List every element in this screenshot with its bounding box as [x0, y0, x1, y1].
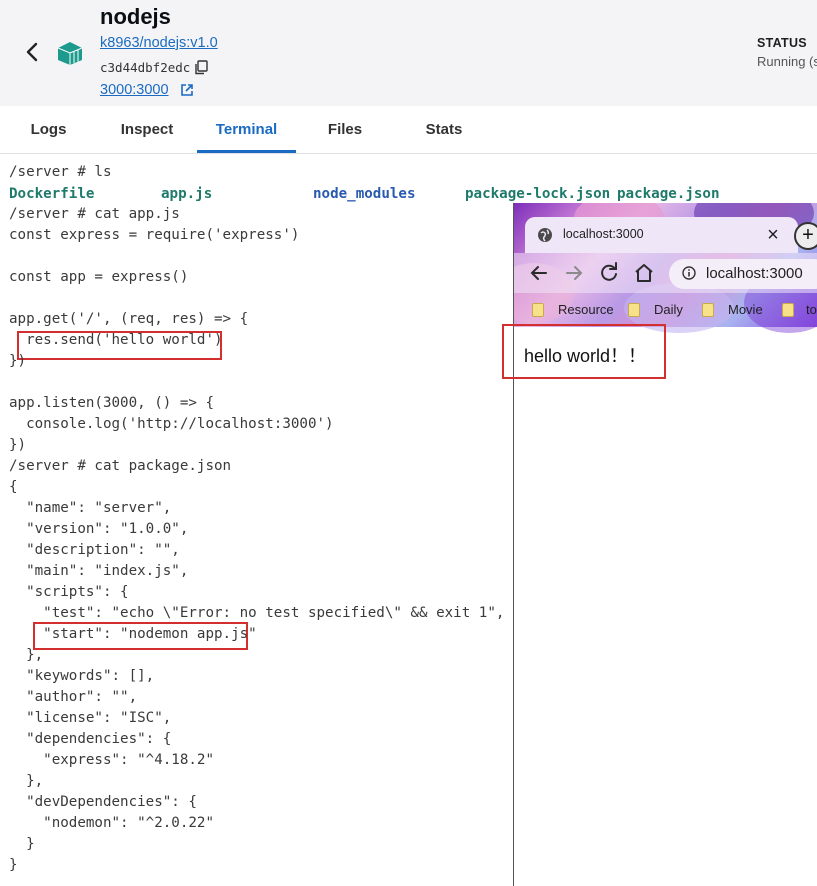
terminal-line: "start": "nodemon app.js" [9, 626, 257, 642]
container-name: nodejs [100, 4, 171, 29]
globe-icon [537, 227, 553, 243]
new-tab-button[interactable]: + [794, 222, 817, 250]
bookmark-label: Daily [654, 302, 683, 317]
tab-inspect[interactable]: Inspect [97, 106, 197, 153]
terminal-line: console.log('http://localhost:3000') [9, 416, 334, 432]
terminal-line: "license": "ISC", [9, 710, 172, 726]
arrow-left-icon [530, 266, 547, 280]
forward-nav-button[interactable] [562, 261, 586, 285]
terminal-line: /server # ls [9, 164, 112, 180]
terminal-line: const express = require('express') [9, 227, 300, 243]
ls-entry: node_modules [313, 186, 416, 202]
terminal-line: "nodemon": "^2.0.22" [9, 815, 214, 831]
terminal-line: /server # cat app.js [9, 206, 180, 222]
home-icon [635, 264, 653, 282]
port-link[interactable]: 3000:3000 [100, 82, 169, 98]
close-tab-button[interactable]: × [763, 223, 783, 247]
chevron-left-icon [26, 42, 38, 62]
arrow-right-icon [566, 266, 583, 280]
tab-logs[interactable]: Logs [0, 106, 97, 153]
terminal-line: "keywords": [], [9, 668, 155, 684]
tab-terminal[interactable]: Terminal [197, 106, 296, 153]
terminal-line: app.listen(3000, () => { [9, 395, 214, 411]
container-icon [55, 40, 85, 66]
status-value: Running (s [757, 54, 817, 69]
terminal-line: "main": "index.js", [9, 563, 189, 579]
folder-icon [702, 303, 714, 317]
terminal-line: { [9, 479, 18, 495]
terminal-line: } [9, 836, 35, 852]
active-tab-indicator [197, 150, 296, 153]
back-button[interactable] [22, 40, 44, 64]
ls-entry: package-lock.json [465, 186, 611, 202]
open-external-icon[interactable] [180, 83, 194, 97]
terminal-line: "test": "echo \"Error: no test specified… [9, 605, 505, 621]
info-icon[interactable] [682, 266, 696, 280]
bookmark-label: Resource [558, 302, 614, 317]
container-id: c3d44dbf2edc [100, 60, 191, 75]
browser-tab-title: localhost:3000 [563, 227, 644, 241]
folder-icon [628, 303, 640, 317]
ls-entry: app.js [161, 186, 213, 202]
tab-files[interactable]: Files [296, 106, 394, 153]
terminal-line: "name": "server", [9, 500, 172, 516]
bookmark-label: to [806, 302, 817, 317]
terminal-line: }) [9, 437, 27, 453]
ls-entry: Dockerfile [9, 186, 95, 202]
terminal-line: }, [9, 647, 44, 663]
bookmark-resource[interactable]: Resource [532, 301, 622, 319]
container-header: nodejs k8963/nodejs:v1.0 c3d44dbf2edc 30… [0, 0, 817, 106]
bookmark-to[interactable]: to [782, 301, 817, 319]
terminal-line: app.get('/', (req, res) => { [9, 311, 249, 327]
terminal-line: }, [9, 773, 44, 789]
terminal-line: } [9, 857, 18, 873]
terminal-line: "version": "1.0.0", [9, 521, 189, 537]
copy-icon[interactable] [194, 60, 208, 75]
bookmark-daily[interactable]: Daily [628, 301, 688, 319]
reload-icon [601, 262, 617, 281]
bookmark-label: Movie [728, 302, 763, 317]
tab-bar: Logs Inspect Terminal Files Stats [0, 106, 817, 154]
terminal-line: "description": "", [9, 542, 180, 558]
browser-window: localhost:3000 × + localhost:3000 Resour… [513, 203, 817, 886]
terminal-line: "author": "", [9, 689, 138, 705]
terminal-line: /server # cat package.json [9, 458, 232, 474]
ls-entry: package.json [617, 186, 720, 202]
tab-stats[interactable]: Stats [394, 106, 494, 153]
terminal-line: "express": "^4.18.2" [9, 752, 214, 768]
terminal-line: "scripts": { [9, 584, 129, 600]
back-nav-button[interactable] [527, 261, 551, 285]
folder-icon [782, 303, 794, 317]
terminal-line: res.send('hello world') [9, 332, 223, 348]
folder-icon [532, 303, 544, 317]
terminal-line: const app = express() [9, 269, 189, 285]
status-label: STATUS [757, 36, 807, 50]
bookmark-movie[interactable]: Movie [702, 301, 772, 319]
terminal-line: }) [9, 353, 27, 369]
terminal-line: "devDependencies": { [9, 794, 197, 810]
home-button[interactable] [632, 261, 656, 285]
terminal-line: "dependencies": { [9, 731, 172, 747]
image-link[interactable]: k8963/nodejs:v1.0 [100, 35, 218, 51]
reload-button[interactable] [597, 261, 621, 285]
address-bar-url: localhost:3000 [706, 265, 803, 282]
highlight-box [502, 324, 666, 379]
